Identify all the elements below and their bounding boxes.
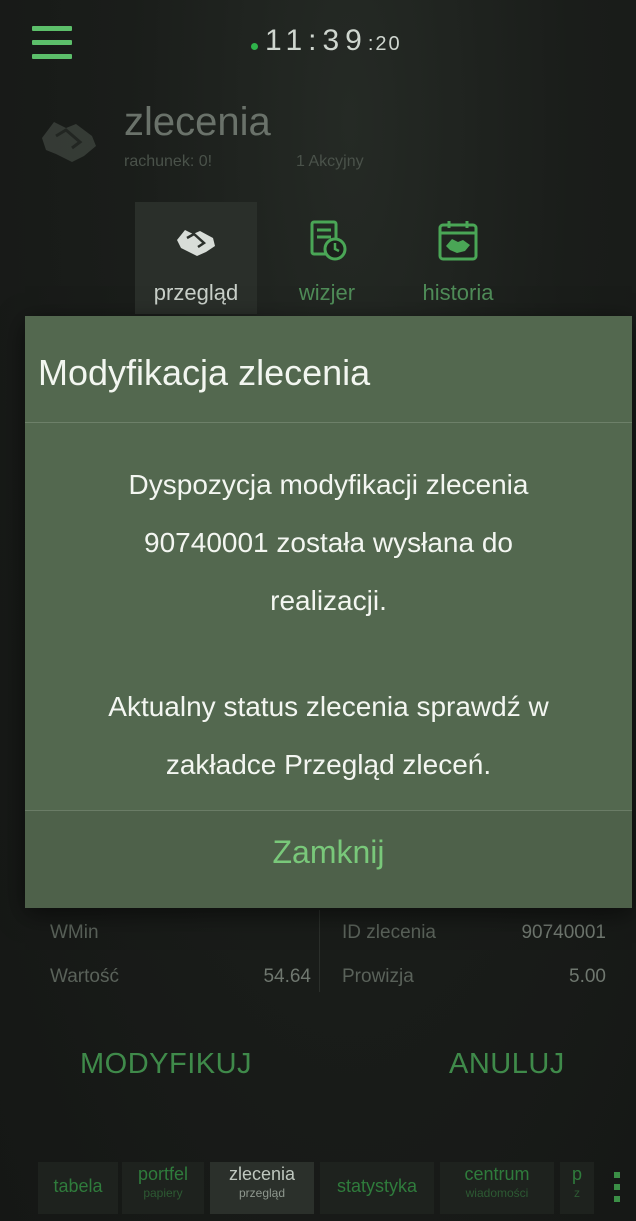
message-line: 90740001 została wysłana do [144, 527, 513, 558]
value-label: Wartość [50, 966, 119, 987]
commission-value: 5.00 [569, 966, 606, 987]
message-line: Aktualny status zlecenia sprawdź w [108, 691, 549, 722]
account-type: 1 Akcyjny [296, 153, 364, 170]
handshake-icon [177, 230, 215, 256]
clock-seconds: :20 [367, 33, 402, 55]
page-title: zlecenia [124, 100, 271, 144]
document-clock-icon [310, 220, 347, 261]
bottom-tab-label: centrum [464, 1164, 530, 1184]
message-line: zakładce Przegląd zleceń. [165, 749, 492, 780]
close-button[interactable]: Zamknij [25, 834, 632, 871]
bottom-tab-label: statystyka [336, 1176, 418, 1196]
modal-title: Modyfikacja zlecenia [38, 352, 371, 393]
order-id-value: 90740001 [521, 922, 606, 943]
value-amount: 54.64 [263, 966, 311, 987]
modify-button[interactable]: MODYFIKUJ [80, 1048, 252, 1081]
bottom-tab-sublabel: z [574, 1186, 580, 1200]
modal-footer: Zamknij [25, 810, 632, 908]
bottom-tab-sublabel: papiery [143, 1186, 183, 1200]
app-screen: 11:39:20 zlecenia rachunek: 0! 1 Akcyjny… [0, 0, 636, 1221]
more-options-icon[interactable] [614, 1172, 622, 1202]
tab-przeglad[interactable]: przegląd [135, 202, 257, 314]
bottom-tab-label: portfel [137, 1164, 189, 1184]
clock: 11:39:20 [265, 24, 402, 58]
bottom-tab-bar: tabela portfel papiery zlecenia przegląd… [0, 1142, 636, 1221]
bottom-tab-partial[interactable]: p z [560, 1162, 594, 1214]
cancel-button[interactable]: ANULUJ [449, 1048, 565, 1081]
bottom-tab-portfel[interactable]: portfel papiery [122, 1162, 204, 1214]
bottom-tab-label: zlecenia [228, 1164, 296, 1184]
handshake-icon [42, 122, 96, 162]
message-line: Dyspozycja modyfikacji zlecenia [128, 469, 529, 500]
order-id-label: ID zlecenia [342, 922, 436, 943]
tab-wizjer[interactable]: wizjer [266, 202, 388, 314]
modal-dialog: Modyfikacja zlecenia Dyspozycja modyfika… [25, 316, 632, 908]
bottom-tab-sublabel: przegląd [238, 1186, 286, 1200]
calendar-handshake-icon [438, 221, 478, 261]
modal-divider [25, 422, 632, 423]
bottom-tab-label: tabela [53, 1176, 103, 1196]
tab-label: wizjer [298, 280, 356, 305]
connection-status-dot [251, 43, 258, 50]
tab-label: przegląd [153, 280, 239, 305]
hamburger-menu-icon[interactable] [32, 26, 72, 60]
commission-label: Prowizja [342, 966, 414, 987]
message-line: realizacji. [270, 585, 387, 616]
column-divider [319, 910, 320, 992]
wmin-label: WMin [50, 922, 99, 943]
modal-divider [25, 810, 632, 811]
account-number: rachunek: 0! [124, 153, 213, 170]
bottom-tab-centrum[interactable]: centrum wiadomości [440, 1162, 554, 1214]
bottom-tab-statystyka[interactable]: statystyka [320, 1162, 434, 1214]
bottom-tab-zlecenia[interactable]: zlecenia przegląd [210, 1162, 314, 1214]
tab-historia[interactable]: historia [397, 202, 519, 314]
bottom-tab-label: p [571, 1164, 582, 1184]
bottom-tab-tabela[interactable]: tabela [38, 1162, 118, 1214]
modal-message: Dyspozycja modyfikacji zlecenia 90740001… [25, 456, 632, 794]
clock-time: 11:39 [265, 24, 368, 57]
tab-label: historia [422, 280, 494, 305]
bottom-tab-sublabel: wiadomości [465, 1186, 529, 1200]
